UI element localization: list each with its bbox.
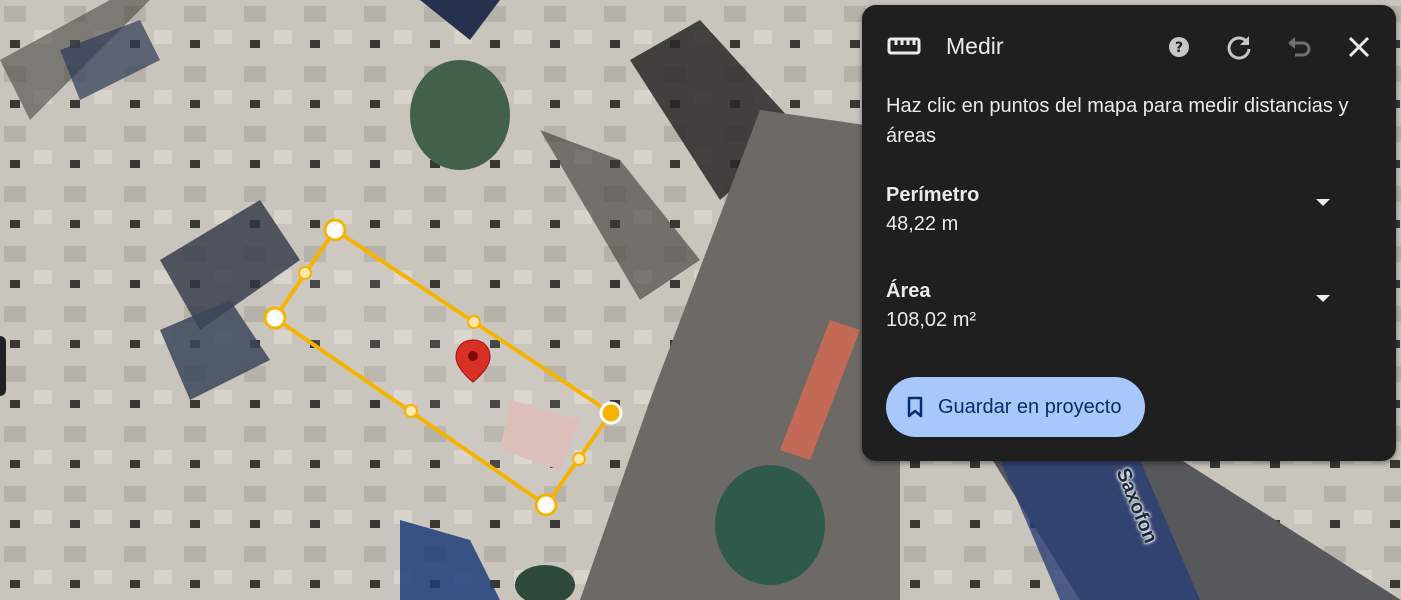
undo-button[interactable]	[1281, 29, 1317, 65]
midpoint-handle[interactable]	[467, 315, 481, 329]
refresh-button[interactable]	[1221, 29, 1257, 65]
help-icon: ?	[1169, 37, 1189, 57]
vertex-handle-active[interactable]	[599, 401, 623, 425]
midpoint-handle[interactable]	[298, 266, 312, 280]
chevron-down-icon[interactable]	[1316, 199, 1330, 206]
undo-icon	[1288, 37, 1311, 57]
refresh-icon	[1227, 36, 1251, 60]
help-button[interactable]: ?	[1161, 29, 1197, 65]
instructions-text: Haz clic en puntos del mapa para medir d…	[886, 95, 1349, 147]
area-label: Área	[886, 280, 931, 302]
close-button[interactable]	[1341, 29, 1377, 65]
perimeter-label: Perímetro	[886, 184, 980, 206]
panel-title: Medir	[946, 33, 1004, 59]
svg-text:?: ?	[1175, 40, 1183, 56]
chevron-down-icon[interactable]	[1316, 295, 1330, 302]
vertex-handle[interactable]	[534, 493, 558, 517]
area-row[interactable]: Área 108,02 m²	[886, 277, 1356, 337]
bookmark-icon	[907, 396, 923, 418]
midpoint-handle[interactable]	[572, 452, 586, 466]
close-icon	[1348, 36, 1370, 58]
perimeter-value: 48,22 m	[886, 213, 959, 235]
vertex-handle[interactable]	[323, 218, 347, 242]
midpoint-handle[interactable]	[404, 404, 418, 418]
side-panel-handle[interactable]	[0, 336, 6, 396]
save-to-project-button[interactable]: Guardar en proyecto	[886, 377, 1146, 437]
area-value: 108,02 m²	[886, 309, 977, 331]
ruler-icon	[886, 27, 926, 67]
measure-panel: Medir ? Haz clic en puntos del mapa para…	[862, 5, 1396, 461]
vertex-handle[interactable]	[263, 306, 287, 330]
perimeter-row[interactable]: Perímetro 48,22 m	[886, 181, 1356, 241]
save-to-project-label: Guardar en proyecto	[938, 395, 1122, 418]
